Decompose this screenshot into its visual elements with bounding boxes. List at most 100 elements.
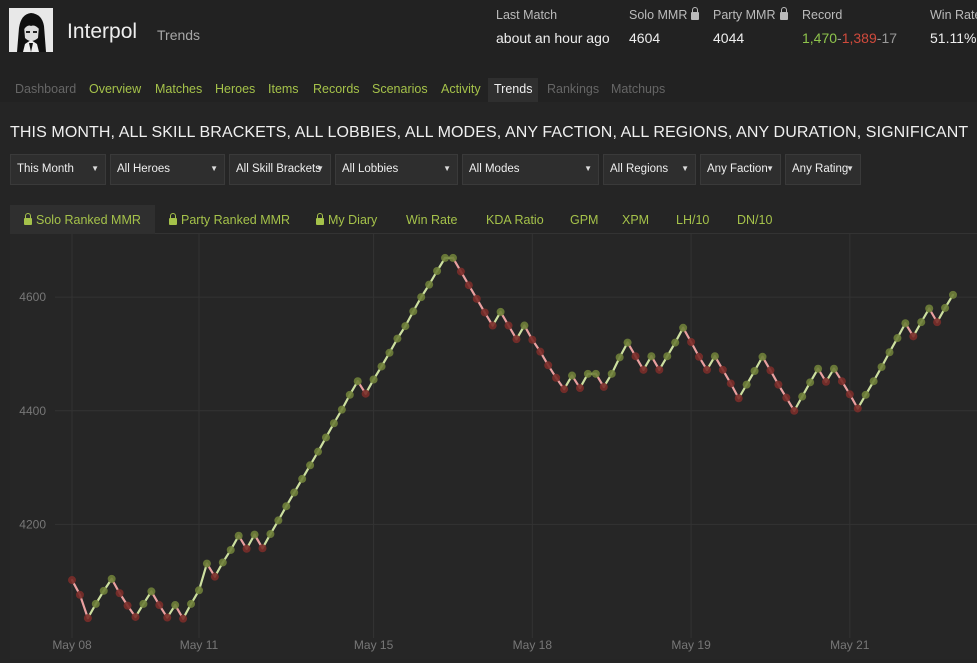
- loss-point: [687, 338, 696, 347]
- tab-kda-ratio[interactable]: KDA Ratio: [486, 205, 544, 234]
- win-point: [385, 348, 394, 357]
- win-point: [496, 307, 505, 316]
- win-point: [329, 419, 338, 428]
- nav-matchups[interactable]: Matchups: [611, 82, 665, 96]
- tab-win-rate[interactable]: Win Rate: [406, 205, 457, 234]
- win-point: [91, 599, 100, 608]
- win-point: [417, 293, 426, 302]
- win-point: [337, 405, 346, 414]
- win-point: [861, 390, 870, 399]
- date-filter-dropdown[interactable]: This Month ▼: [10, 154, 106, 185]
- profile-nav: Dashboard Overview Matches Heroes Items …: [0, 78, 977, 102]
- tab-label: DN/10: [737, 213, 773, 227]
- win-point: [369, 375, 378, 384]
- win-point: [877, 363, 886, 372]
- loss-point: [790, 406, 799, 415]
- caret-down-icon: ▼: [846, 164, 854, 173]
- nav-scenarios[interactable]: Scenarios: [372, 82, 428, 96]
- loss-point: [258, 544, 267, 553]
- x-tick-label: May 11: [180, 638, 219, 652]
- region-filter-dropdown[interactable]: All Regions ▼: [603, 154, 696, 185]
- caret-down-icon: ▼: [443, 164, 451, 173]
- win-point: [893, 334, 902, 343]
- loss-point: [560, 385, 569, 394]
- win-point: [885, 348, 894, 357]
- win-point: [448, 253, 457, 262]
- hero-filter-value: All Heroes: [117, 163, 171, 175]
- loss-point: [726, 379, 735, 388]
- loss-point: [766, 366, 775, 375]
- win-point: [107, 574, 116, 583]
- win-point: [187, 599, 196, 608]
- record-losses: 1,389: [841, 30, 877, 46]
- loss-point: [528, 335, 537, 344]
- loss-point: [909, 332, 918, 341]
- tab-label: Solo Ranked MMR: [36, 213, 141, 227]
- tab-party-ranked-mmr[interactable]: Party Ranked MMR: [169, 205, 290, 234]
- player-avatar[interactable]: [9, 8, 53, 52]
- last-match-label: Last Match: [496, 8, 558, 22]
- win-point: [742, 380, 751, 389]
- lobby-filter-value: All Lobbies: [342, 163, 399, 175]
- nav-heroes[interactable]: Heroes: [215, 82, 255, 96]
- player-name[interactable]: Interpol: [67, 20, 137, 44]
- win-rate-value: 51.11%: [930, 30, 977, 46]
- tab-dn-10[interactable]: DN/10: [737, 205, 772, 234]
- record-abandons: 17: [881, 30, 898, 46]
- loss-point: [734, 394, 743, 403]
- nav-records[interactable]: Records: [313, 82, 360, 96]
- lobby-filter-dropdown[interactable]: All Lobbies ▼: [335, 154, 458, 185]
- tab-gpm[interactable]: GPM: [570, 205, 598, 234]
- tab-label: LH/10: [676, 213, 710, 227]
- loss-point: [774, 380, 783, 389]
- win-point: [314, 447, 323, 456]
- loss-point: [242, 544, 251, 553]
- tab-lh-10[interactable]: LH/10: [676, 205, 709, 234]
- last-match-value[interactable]: about an hour ago: [496, 30, 610, 46]
- win-point: [671, 338, 680, 347]
- nav-activity[interactable]: Activity: [441, 82, 481, 96]
- lock-icon: [24, 213, 32, 225]
- loss-point: [702, 365, 711, 374]
- caret-down-icon: ▼: [91, 164, 99, 173]
- loss-point: [488, 321, 497, 330]
- loss-point: [464, 281, 473, 290]
- nav-dashboard[interactable]: Dashboard: [15, 82, 76, 96]
- nav-rankings[interactable]: Rankings: [547, 82, 599, 96]
- tab-label: XPM: [622, 213, 650, 227]
- region-filter-value: All Regions: [610, 163, 669, 175]
- nav-trends[interactable]: Trends: [488, 78, 539, 102]
- nav-overview[interactable]: Overview: [89, 82, 141, 96]
- solo-mmr-value: 4604: [629, 30, 661, 46]
- lock-icon: [316, 213, 324, 225]
- record-wins: 1,470: [802, 30, 838, 46]
- nav-matches[interactable]: Matches: [155, 82, 202, 96]
- rating-filter-dropdown[interactable]: Any Rating ▼: [785, 154, 861, 185]
- nav-items[interactable]: Items: [268, 82, 299, 96]
- loss-point: [655, 365, 664, 374]
- win-point: [917, 318, 926, 327]
- tab-solo-ranked-mmr[interactable]: Solo Ranked MMR: [10, 205, 155, 234]
- win-point: [623, 338, 632, 347]
- loss-point: [782, 393, 791, 402]
- tab-xpm[interactable]: XPM: [622, 205, 649, 234]
- win-point: [218, 558, 227, 567]
- loss-point: [361, 389, 370, 398]
- mode-filter-dropdown[interactable]: All Modes ▼: [462, 154, 599, 185]
- tab-my-diary[interactable]: My Diary: [316, 205, 377, 234]
- last-match-stat: Last Match about an hour ago: [496, 8, 610, 46]
- x-tick-label: May 21: [830, 638, 870, 652]
- win-point: [758, 352, 767, 361]
- win-point: [901, 319, 910, 328]
- hero-filter-dropdown[interactable]: All Heroes ▼: [110, 154, 225, 185]
- win-point: [869, 377, 878, 386]
- solo-mmr-label: Solo MMR: [629, 8, 688, 22]
- skill-bracket-filter-dropdown[interactable]: All Skill Brackets ▼: [229, 154, 331, 185]
- faction-filter-dropdown[interactable]: Any Faction ▼: [700, 154, 781, 185]
- loss-point: [163, 613, 172, 622]
- win-point: [290, 488, 299, 497]
- date-filter-value: This Month: [17, 163, 74, 175]
- loss-point: [639, 365, 648, 374]
- loss-point: [456, 267, 465, 276]
- loss-point: [512, 335, 521, 344]
